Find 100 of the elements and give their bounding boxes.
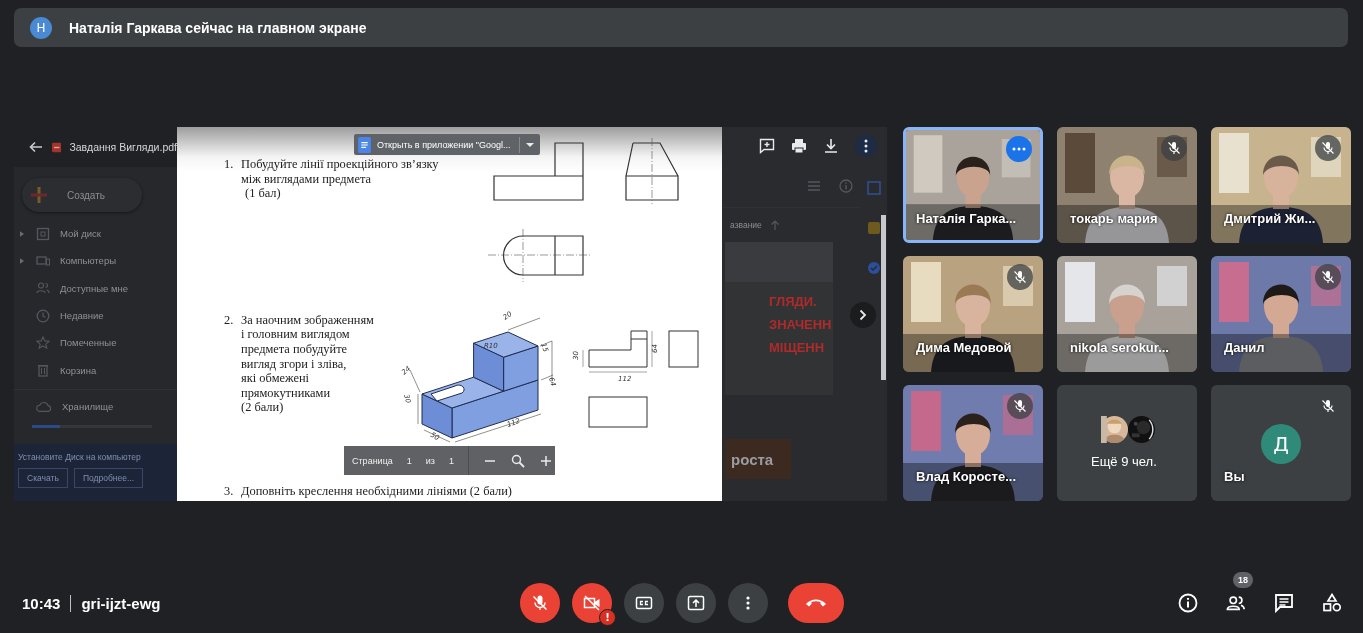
- nav-item[interactable]: Помеченные: [14, 329, 177, 357]
- clock-icon: [36, 308, 50, 323]
- more-options-button[interactable]: [855, 135, 877, 157]
- column-heading[interactable]: азвание: [730, 220, 762, 230]
- thumbnail-heading: роста: [730, 450, 774, 468]
- task-text: 2. За наочним зображенням і головним виглядом предмета побудуйте вигляд згори і зліва, які обмежені прямокутниками (2 бали): [224, 312, 374, 415]
- mic-off-icon: [1013, 399, 1027, 413]
- nav-label: Компьютеры: [60, 255, 116, 267]
- task-check-icon[interactable]: [867, 261, 881, 275]
- participant-tile[interactable]: токарь мария: [1057, 127, 1197, 243]
- nav-label: Хранилище: [62, 401, 114, 413]
- participant-name: Данил: [1224, 340, 1265, 355]
- nav-label: Корзина: [60, 364, 97, 376]
- nav-label: Доступные мне: [60, 282, 128, 294]
- participant-tile[interactable]: nikola serokur...: [1057, 256, 1197, 372]
- participant-tile[interactable]: Наталія Гарка...: [903, 127, 1043, 243]
- thumbnail-heading: ЗНАЧЕНН: [768, 317, 832, 332]
- pdf-file-icon: [52, 140, 62, 154]
- avatar-letter: Н: [30, 16, 52, 39]
- mic-off-icon: [1013, 270, 1027, 284]
- nav-label: Мой диск: [60, 228, 101, 240]
- info-icon: [1178, 593, 1198, 613]
- zoom-icon[interactable]: [511, 453, 525, 468]
- participant-name: Дмитрий Жи...: [1224, 211, 1316, 226]
- chevron-right-icon: [859, 309, 867, 321]
- download-button[interactable]: Скачать: [18, 467, 68, 488]
- nav-label: Помеченные: [60, 337, 117, 349]
- chat-icon: [1274, 593, 1294, 613]
- scrollbar[interactable]: [881, 215, 886, 380]
- participant-name: Влад Коросте...: [916, 469, 1016, 484]
- present-button[interactable]: [676, 583, 716, 623]
- page-of-label: из: [425, 455, 435, 466]
- open-in-app-button[interactable]: Открыть в приложении "Googl...: [354, 134, 540, 155]
- mic-off-icon: [1321, 399, 1335, 413]
- create-button[interactable]: Создать: [22, 178, 142, 212]
- zoom-in-icon[interactable]: [539, 453, 553, 468]
- nav-item[interactable]: Мой диск: [14, 220, 177, 248]
- drive-icon: [36, 226, 50, 241]
- next-button[interactable]: [850, 302, 876, 328]
- participant-name: Наталія Гарка...: [916, 211, 1017, 226]
- page-label: Страница: [352, 455, 393, 466]
- microphone-button[interactable]: [520, 583, 560, 623]
- participant-name: токарь мария: [1070, 211, 1158, 226]
- page-number-field[interactable]: 1: [406, 455, 412, 466]
- participant-name: Вы: [1224, 469, 1245, 484]
- activities-button[interactable]: [1321, 592, 1343, 614]
- more-participants-label: Ещё 9 чел.: [1091, 454, 1157, 469]
- nav-item[interactable]: Компьютеры: [14, 247, 177, 275]
- mic-off-icon: [531, 594, 549, 612]
- more-icon: [864, 139, 868, 153]
- participant-tile[interactable]: Дмитрий Жи...: [1211, 127, 1351, 243]
- hang-up-icon: [805, 598, 827, 608]
- present-screen-icon: [687, 594, 705, 612]
- storage-item[interactable]: Хранилище: [14, 392, 177, 421]
- thumbnail-heading: ГЛЯДИ.: [768, 294, 817, 309]
- plus-icon: [30, 186, 48, 204]
- task-text: 1. Побудуйте лінії проекційного зв’язку між виглядами предмета (1 бал): [224, 157, 439, 201]
- download-icon[interactable]: [823, 138, 839, 154]
- captions-button[interactable]: [624, 583, 664, 623]
- participant-tile[interactable]: Влад Коросте...: [903, 385, 1043, 501]
- document-icon: [358, 136, 371, 153]
- chat-button[interactable]: [1273, 592, 1295, 614]
- alert-badge: !: [599, 609, 616, 626]
- add-comment-icon[interactable]: [759, 138, 775, 154]
- captions-icon: [635, 594, 653, 612]
- people-icon: [1226, 593, 1246, 613]
- page-total: 1: [448, 455, 454, 466]
- back-arrow-icon[interactable]: [28, 139, 44, 155]
- install-text: Установите Диск на компьютер: [18, 451, 142, 462]
- meeting-details-button[interactable]: [1177, 592, 1199, 614]
- participant-tile[interactable]: Данил: [1211, 256, 1351, 372]
- participant-name: nikola serokur...: [1070, 340, 1169, 355]
- people-icon: [36, 281, 50, 296]
- meeting-code: gri-ijzt-ewg: [81, 594, 161, 612]
- computer-icon: [36, 253, 50, 268]
- file-thumbnail[interactable]: роста: [725, 439, 791, 479]
- mic-off-icon: [1167, 141, 1181, 155]
- mic-off-icon: [1321, 141, 1335, 155]
- expand-arrow-icon[interactable]: [20, 230, 24, 237]
- nav-item[interactable]: Недавние: [14, 301, 177, 330]
- caret-icon[interactable]: [525, 142, 534, 147]
- clock-time: 10:43: [22, 594, 61, 612]
- participant-count-badge: 18: [1233, 572, 1253, 588]
- more-icon: [746, 596, 750, 610]
- more-icon: [1012, 147, 1026, 151]
- thumbnail-heading: МІЩЕНН: [768, 340, 825, 355]
- print-icon[interactable]: [791, 138, 807, 154]
- banner-text: Наталія Гаркава сейчас на главном экране: [69, 19, 367, 36]
- trash-icon: [36, 363, 50, 378]
- participant-tile[interactable]: Ещё 9 чел.: [1057, 385, 1197, 501]
- camera-off-icon: [583, 594, 601, 612]
- star-icon: [36, 335, 50, 350]
- mic-off-icon: [1321, 270, 1335, 284]
- nav-item[interactable]: Корзина: [14, 356, 177, 384]
- expand-arrow-icon[interactable]: [20, 257, 24, 264]
- more-info-button[interactable]: Подробнее...: [73, 467, 144, 488]
- task-text: 3. Доповніть креслення необхідними лініями (2 бали): [224, 483, 512, 499]
- nav-item[interactable]: Доступные мне: [14, 274, 177, 302]
- participant-tile[interactable]: Д Вы: [1211, 385, 1351, 501]
- leave-call-button[interactable]: [788, 583, 844, 623]
